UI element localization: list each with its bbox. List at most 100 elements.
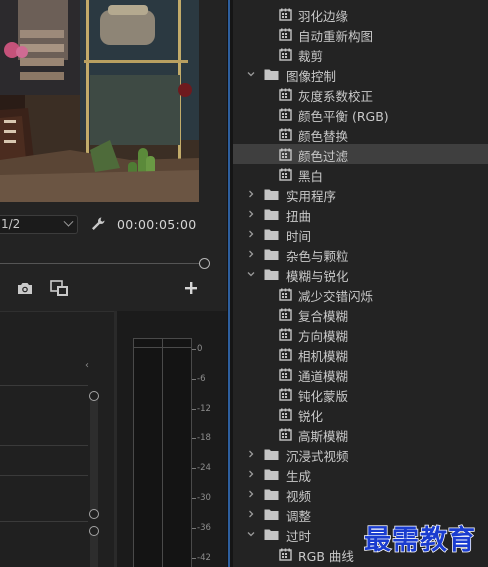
video-effect-icon (279, 288, 292, 301)
export-frame-icon[interactable] (50, 280, 69, 297)
video-effect-icon (279, 148, 292, 161)
chevron-right-icon[interactable] (246, 189, 256, 199)
effect-label: 颜色平衡 (RGB) (298, 109, 389, 124)
db-tick (192, 527, 196, 529)
db-tick-label: -36 (197, 522, 211, 533)
wrench-icon[interactable] (90, 216, 106, 232)
effect-label: 灰度系数校正 (298, 89, 374, 104)
effect-label: 裁剪 (298, 49, 324, 64)
effect-label: 通道模糊 (298, 369, 349, 384)
effect-label: 沉浸式视频 (286, 449, 349, 464)
effects-item[interactable]: 钝化蒙版 (233, 384, 488, 404)
effects-folder[interactable]: 时间 (233, 224, 488, 244)
folder-icon (264, 489, 279, 500)
effect-label: 时间 (286, 229, 312, 244)
effects-item[interactable]: 自动重新构图 (233, 24, 488, 44)
db-tick-label: -12 (197, 403, 211, 414)
folder-icon (264, 189, 279, 200)
zoom-level-select[interactable]: 1/2 (0, 215, 78, 234)
chevron-right-icon[interactable] (246, 229, 256, 239)
camera-icon[interactable] (17, 281, 33, 295)
effects-folder[interactable]: 模糊与锐化 (233, 264, 488, 284)
audio-meter-panel: 0 -6 -12 -18 -24 -30 -36 -42 (114, 311, 227, 567)
effect-label: 实用程序 (286, 189, 337, 204)
effects-item[interactable]: 颜色过滤 (233, 144, 488, 164)
scrollbar-bottom-handle[interactable] (89, 509, 99, 519)
effects-item[interactable]: 裁剪 (233, 44, 488, 64)
effects-folder[interactable]: 实用程序 (233, 184, 488, 204)
effect-label: 相机模糊 (298, 349, 349, 364)
chevron-right-icon[interactable] (246, 449, 256, 459)
video-effect-icon (279, 308, 292, 321)
scrollbar-top-handle[interactable] (89, 391, 99, 401)
effect-label: 调整 (286, 509, 312, 524)
effects-item[interactable]: 减少交错闪烁 (233, 284, 488, 304)
effects-item[interactable]: 高斯模糊 (233, 424, 488, 444)
video-preview-frame[interactable] (0, 0, 199, 202)
effects-item[interactable]: 相机模糊 (233, 344, 488, 364)
db-tick-label: 0 (197, 344, 203, 354)
timeline-marker: ‹ (85, 360, 89, 371)
effects-panel: 羽化边缘自动重新构图 裁剪图像控制灰度系数校正 颜色平衡 (RGB) 颜色替换颜色过滤… (233, 0, 488, 567)
chevron-right-icon[interactable] (246, 249, 256, 259)
chevron-right-icon[interactable] (246, 489, 256, 499)
video-effect-icon (279, 108, 292, 121)
chevron-right-icon[interactable] (246, 469, 256, 479)
vertical-scrollbar[interactable] (90, 397, 98, 514)
db-tick (192, 378, 196, 380)
effects-folder[interactable]: 视频 (233, 484, 488, 504)
effect-label: 钝化蒙版 (298, 389, 349, 404)
effect-label: 羽化边缘 (298, 9, 349, 24)
chevron-right-icon[interactable] (246, 509, 256, 519)
timeline-panel[interactable]: ‹ (0, 311, 114, 567)
playback-scrubber-track[interactable] (0, 263, 206, 267)
db-tick-label: -30 (197, 493, 211, 503)
effects-item[interactable]: 锐化 (233, 404, 488, 424)
video-effect-icon (279, 128, 292, 141)
effects-folder[interactable]: 图像控制 (233, 64, 488, 84)
effect-label: 锐化 (298, 409, 324, 424)
chevron-right-icon[interactable] (246, 209, 256, 219)
folder-icon (264, 209, 279, 220)
video-effect-icon (279, 348, 292, 361)
effects-item[interactable]: 通道模糊 (233, 364, 488, 384)
folder-icon (264, 529, 279, 540)
effects-item[interactable]: 颜色平衡 (RGB) (233, 104, 488, 124)
effects-folder[interactable]: 生成 (233, 464, 488, 484)
timeline-track-divider (0, 521, 88, 522)
effect-label: 减少交错闪烁 (298, 289, 374, 304)
chevron-down-icon[interactable] (246, 529, 256, 539)
db-tick (192, 438, 196, 440)
effect-label: 自动重新构图 (298, 29, 374, 44)
chevron-down-icon[interactable] (246, 269, 256, 279)
effects-item[interactable]: 复合模糊 (233, 304, 488, 324)
effects-item[interactable]: 颜色替换 (233, 124, 488, 144)
effects-item[interactable]: 羽化边缘 (233, 4, 488, 24)
effects-item[interactable]: 灰度系数校正 (233, 84, 488, 104)
effects-item[interactable]: 黑白 (233, 164, 488, 184)
vertical-scrollbar[interactable] (90, 531, 98, 567)
program-monitor-area: 1/2 00:00:05:00 ‹ 0 -6 -12 -18 -24 -30 -… (0, 0, 227, 567)
video-effect-icon (279, 328, 292, 341)
effects-item[interactable]: 方向模糊 (233, 324, 488, 344)
db-tick-label: -24 (197, 463, 211, 474)
chevron-down-icon[interactable] (246, 69, 256, 79)
video-effect-icon (279, 28, 292, 41)
scrollbar-top-handle[interactable] (89, 526, 99, 536)
effects-folder[interactable]: 沉浸式视频 (233, 444, 488, 464)
effect-label: 方向模糊 (298, 329, 349, 344)
video-effect-icon (279, 168, 292, 181)
effect-label: 生成 (286, 469, 312, 484)
effect-label: 视频 (286, 489, 312, 504)
effects-folder[interactable]: 杂色与颗粒 (233, 244, 488, 264)
video-effect-icon (279, 8, 292, 21)
plus-icon[interactable] (184, 281, 198, 295)
scrubber-handle[interactable] (199, 258, 210, 269)
effects-folder[interactable]: 扭曲 (233, 204, 488, 224)
effect-label: 图像控制 (286, 69, 337, 84)
chevron-down-icon (63, 216, 74, 227)
effect-label: 颜色过滤 (298, 149, 349, 164)
effect-label: 过时 (286, 529, 312, 544)
effect-label: 模糊与锐化 (286, 269, 349, 284)
video-effect-icon (279, 368, 292, 381)
